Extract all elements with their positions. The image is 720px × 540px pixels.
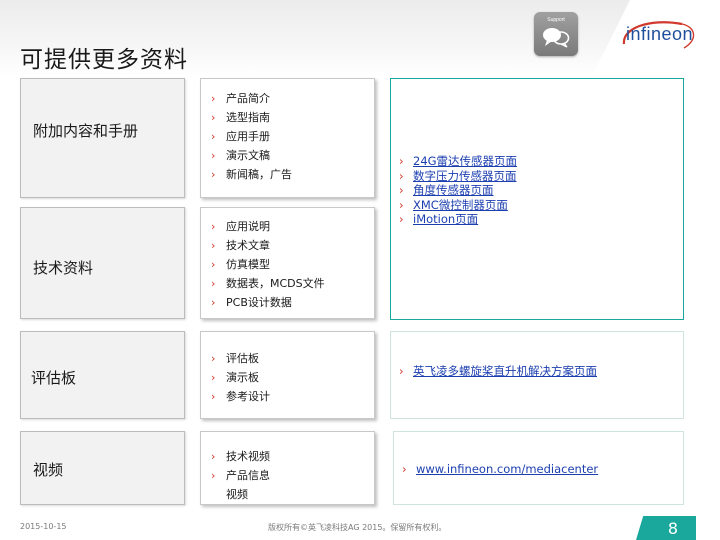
link-24g-radar[interactable]: 24G雷达传感器页面	[413, 154, 517, 168]
chevron-right-icon: ›	[211, 168, 216, 181]
page-title: 可提供更多资料	[20, 47, 188, 73]
list-item[interactable]: › 参考设计	[211, 387, 270, 406]
list-item[interactable]: › 技术文章	[211, 236, 325, 255]
list-item[interactable]: › 演示文稿	[211, 146, 292, 165]
link-mediacenter[interactable]: www.infineon.com/mediacenter	[416, 462, 598, 476]
category-box-technical: 技术资料	[20, 207, 185, 319]
list-item[interactable]: › 选型指南	[211, 108, 292, 127]
chat-bubbles-icon	[543, 28, 570, 48]
chevron-right-icon: ›	[211, 149, 216, 162]
link-box-multicopter: › 英飞凌多螺旋桨直升机解决方案页面	[390, 331, 684, 419]
category-box-addon: 附加内容和手册	[20, 78, 185, 198]
link-imotion[interactable]: iMotion页面	[413, 212, 478, 226]
page-number-badge: 8	[636, 516, 696, 540]
link-item[interactable]: › 英飞凌多螺旋桨直升机解决方案页面	[399, 364, 597, 379]
category-box-eval: 评估板	[20, 331, 185, 419]
link-box-sensor-pages: › 24G雷达传感器页面 › 数字压力传感器页面 › 角度传感器页面 › XMC微控制器…	[390, 78, 684, 320]
chevron-right-icon: ›	[399, 168, 404, 183]
chevron-right-icon: ›	[211, 277, 216, 290]
list-item[interactable]: › 演示板	[211, 368, 270, 387]
category-label: 视频	[33, 461, 64, 479]
list-item[interactable]: › 产品信息	[211, 466, 270, 485]
category-label: 附加内容和手册	[33, 122, 139, 140]
list-item-continuation: 视频	[226, 488, 248, 501]
list-box-video: › 技术视频 › 产品信息 视频	[200, 431, 375, 505]
chevron-right-icon: ›	[211, 450, 216, 463]
chevron-right-icon: ›	[399, 364, 404, 378]
chevron-right-icon: ›	[399, 212, 404, 226]
link-box-mediacenter: › www.infineon.com/mediacenter	[393, 431, 684, 505]
footer-copyright: 版权所有©英飞凌科技AG 2015。保留所有权利。	[268, 523, 447, 532]
support-label: Support	[547, 17, 565, 23]
link-item[interactable]: › XMC微控制器页面	[399, 198, 517, 213]
link-xmc-mcu[interactable]: XMC微控制器页面	[413, 198, 508, 212]
chevron-right-icon: ›	[211, 390, 216, 403]
chevron-right-icon: ›	[211, 352, 216, 365]
link-multicopter-solution[interactable]: 英飞凌多螺旋桨直升机解决方案页面	[413, 364, 597, 378]
chevron-right-icon: ›	[211, 111, 216, 124]
link-item[interactable]: › 数字压力传感器页面	[399, 169, 517, 184]
chevron-right-icon: ›	[211, 469, 216, 482]
category-label: 评估板	[31, 369, 77, 387]
logo-wordmark: infineon	[626, 24, 694, 44]
chevron-right-icon: ›	[211, 258, 216, 271]
chevron-right-icon: ›	[399, 154, 404, 168]
list-item[interactable]: › 数据表，MCDS文件	[211, 274, 325, 293]
list-item[interactable]: › 评估板	[211, 349, 270, 368]
page-number: 8	[667, 519, 678, 538]
list-item[interactable]: › 仿真模型	[211, 255, 325, 274]
infineon-logo: infineon	[620, 18, 700, 56]
category-label: 技术资料	[33, 259, 94, 277]
chevron-right-icon: ›	[211, 130, 216, 143]
list-box-eval: › 评估板 › 演示板 › 参考设计	[200, 331, 375, 419]
list-item[interactable]: › 应用手册	[211, 127, 292, 146]
link-item[interactable]: › www.infineon.com/mediacenter	[402, 462, 598, 477]
chevron-right-icon: ›	[399, 197, 404, 212]
list-item[interactable]: › 技术视频	[211, 447, 270, 466]
support-button[interactable]: Support	[534, 12, 578, 56]
chevron-right-icon: ›	[402, 462, 407, 476]
list-item[interactable]: › 新闻稿，广告	[211, 165, 292, 184]
footer-date: 2015-10-15	[20, 522, 67, 531]
chevron-right-icon: ›	[211, 239, 216, 252]
category-box-video: 视频	[20, 431, 185, 505]
link-item[interactable]: › 角度传感器页面	[399, 183, 517, 198]
list-item[interactable]: › 产品简介	[211, 89, 292, 108]
link-item[interactable]: › 24G雷达传感器页面	[399, 154, 517, 169]
chevron-right-icon: ›	[211, 92, 216, 105]
chevron-right-icon: ›	[399, 183, 404, 197]
chevron-right-icon: ›	[211, 296, 216, 309]
link-angle-sensor[interactable]: 角度传感器页面	[413, 183, 494, 197]
chevron-right-icon: ›	[211, 220, 216, 233]
list-item[interactable]: › 应用说明	[211, 217, 325, 236]
link-pressure-sensor[interactable]: 数字压力传感器页面	[413, 169, 517, 183]
list-box-technical: › 应用说明 › 技术文章 › 仿真模型 › 数据表，MCDS文件 › PCB设计数据	[200, 207, 375, 319]
list-item[interactable]: › PCB设计数据	[211, 293, 325, 312]
chevron-right-icon: ›	[211, 371, 216, 384]
link-item[interactable]: › iMotion页面	[399, 212, 517, 227]
list-box-addon: › 产品简介 › 选型指南 › 应用手册 › 演示文稿 › 新闻稿，广告	[200, 78, 375, 198]
